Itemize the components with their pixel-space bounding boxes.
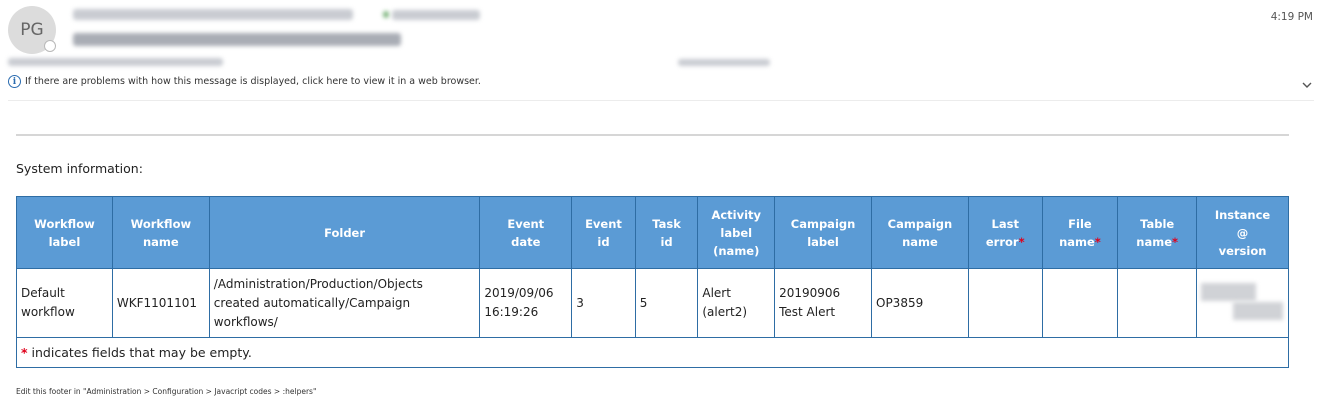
header-last-error: Last error* bbox=[967, 196, 1043, 269]
header-table-name: Table name* bbox=[1117, 196, 1198, 269]
footnote-row: * indicates fields that may be empty. bbox=[16, 337, 1289, 368]
header-workflow-name: Workflow name bbox=[111, 196, 210, 269]
blurred-text bbox=[1201, 283, 1257, 301]
chevron-down-icon[interactable] bbox=[1302, 80, 1312, 90]
metadata-blurred bbox=[8, 58, 223, 66]
required-marker: * bbox=[1094, 234, 1101, 249]
presence-status-icon bbox=[44, 40, 56, 52]
footnote-cell: * indicates fields that may be empty. bbox=[16, 337, 1289, 368]
table-header-row: Workflow label Workflow name Folder Event d… bbox=[16, 196, 1289, 269]
header-campaign-name: Campaign name bbox=[871, 196, 969, 269]
content-divider bbox=[16, 134, 1289, 136]
browser-view-notice-text[interactable]: If there are problems with how this mess… bbox=[25, 76, 481, 87]
cell-last-error bbox=[967, 268, 1043, 338]
footer-edit-note: Edit this footer in "Administration > Co… bbox=[16, 387, 317, 396]
header-campaign-label: Campaign label bbox=[774, 196, 872, 269]
subject-blurred bbox=[73, 33, 401, 46]
header-file-name: File name* bbox=[1041, 196, 1119, 269]
header-folder: Folder bbox=[208, 196, 481, 269]
cell-instance-version-blurred bbox=[1196, 268, 1289, 338]
avatar-initials: PG bbox=[20, 20, 44, 40]
cell-folder: /Administration/Production/Objects create… bbox=[208, 268, 481, 338]
recipient-blurred bbox=[392, 10, 480, 20]
cell-campaign-name: OP3859 bbox=[871, 268, 969, 338]
table-row: Default workflow WKF1101101 /Administrati… bbox=[16, 268, 1289, 338]
required-marker: * bbox=[1172, 234, 1179, 249]
cell-table-name bbox=[1117, 268, 1198, 338]
received-time: 4:19 PM bbox=[1270, 11, 1313, 23]
header-instance-version: Instance @ version bbox=[1196, 196, 1289, 269]
browser-view-notice[interactable]: i If there are problems with how this me… bbox=[8, 75, 481, 88]
sender-name-blurred bbox=[73, 9, 353, 20]
cell-campaign-label: 20190906 Test Alert bbox=[774, 268, 872, 338]
importance-flag-blurred bbox=[383, 11, 389, 18]
header-event-id: Event id bbox=[571, 196, 636, 269]
metadata-right-blurred bbox=[678, 59, 770, 66]
footnote-text: indicates fields that may be empty. bbox=[27, 345, 252, 360]
header-task-id: Task id bbox=[634, 196, 699, 269]
required-marker: * bbox=[1018, 234, 1025, 249]
cell-task-id: 5 bbox=[634, 268, 699, 338]
header-workflow-label: Workflow label bbox=[16, 196, 113, 269]
cell-workflow-label: Default workflow bbox=[16, 268, 113, 338]
system-info-table: Workflow label Workflow name Folder Event d… bbox=[16, 196, 1289, 368]
cell-activity-label: Alert (alert2) bbox=[697, 268, 776, 338]
cell-file-name bbox=[1041, 268, 1119, 338]
section-title: System information: bbox=[16, 161, 143, 176]
cell-workflow-name: WKF1101101 bbox=[111, 268, 210, 338]
cell-event-date: 2019/09/06 16:19:26 bbox=[479, 268, 573, 338]
header-event-date: Event date bbox=[479, 196, 573, 269]
info-icon: i bbox=[8, 75, 21, 88]
cell-event-id: 3 bbox=[571, 268, 636, 338]
blurred-text bbox=[1233, 302, 1284, 320]
header-activity-label: Activity label (name) bbox=[697, 196, 776, 269]
header-divider bbox=[8, 100, 1314, 101]
